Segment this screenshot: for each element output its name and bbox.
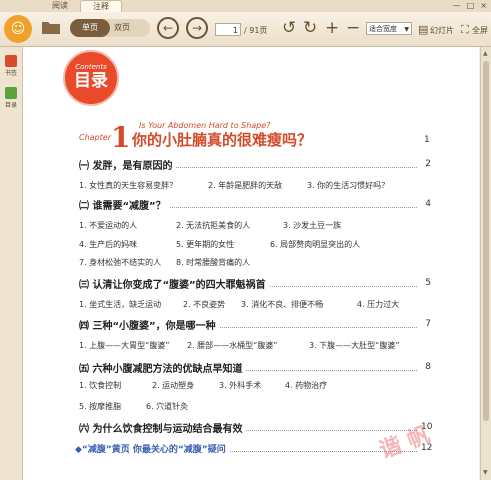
bookmark-icon <box>5 55 17 67</box>
contents-cn: 目录 <box>74 71 108 91</box>
fullscreen-icon[interactable]: ⛶ <box>461 18 469 42</box>
section-title: ㈠ 发胖，是有原因的 <box>79 160 173 172</box>
toc-sub-item[interactable]: 6. 局部赘肉明显突出的人 <box>270 239 360 250</box>
toc-sub-item[interactable]: 3. 消化不良、排便不畅 <box>241 299 323 310</box>
contents-badge: Contents 目录 <box>63 50 119 106</box>
faq-title: ◆“减腹”黄页 你最关心的“减腹”疑问 <box>75 444 226 455</box>
toc-sub-item[interactable]: 1. 不爱运动的人 <box>79 220 137 231</box>
section-title: ㈤ 六种小腹减肥方法的优缺点早知道 <box>79 363 243 375</box>
open-folder-icon[interactable] <box>41 19 61 35</box>
app-logo-icon[interactable]: ☺ <box>4 15 32 43</box>
slideshow-label[interactable]: 幻灯片 <box>430 25 454 36</box>
toc-section[interactable]: ㈠ 发胖，是有原因的 2 <box>79 157 431 172</box>
sidebar: 书签 目录 <box>0 47 23 480</box>
toc-sub-item[interactable]: 5. 更年期的女性 <box>176 239 234 250</box>
toc-sub-item[interactable]: 6. 穴道针灸 <box>146 401 188 412</box>
scroll-down-icon[interactable]: ▼ <box>483 469 488 476</box>
toc-sub-item[interactable]: 2. 运动塑身 <box>152 380 194 391</box>
close-button[interactable]: × <box>480 1 487 10</box>
chapter-word: Chapter <box>79 133 111 142</box>
page-number-input[interactable]: 1 <box>215 23 241 36</box>
zoom-out-icon[interactable]: − <box>346 16 360 40</box>
single-page-button[interactable]: 单页 <box>70 19 110 37</box>
toc-sub-item[interactable]: 3. 你的生活习惯好吗？ <box>307 180 389 191</box>
toc-sub-item[interactable]: 3. 外科手术 <box>219 380 261 391</box>
rotate-left-icon[interactable]: ↺ <box>282 16 296 40</box>
section-page: 4 <box>425 199 431 209</box>
toc-sub-item[interactable]: 1. 女性真的天生容易变胖？ <box>79 180 177 191</box>
zoom-in-icon[interactable]: + <box>325 16 339 40</box>
toc-sub-item[interactable]: 2. 年龄是肥胖的天敌 <box>208 180 282 191</box>
minimize-button[interactable]: — <box>453 1 461 10</box>
dot-leader <box>219 319 417 328</box>
toc-section[interactable]: ㈢ 认清让你变成了“腹婆”的四大罪魁祸首 5 <box>79 276 431 291</box>
toc-section[interactable]: ㈤ 六种小腹减肥方法的优缺点早知道 8 <box>79 360 431 375</box>
double-page-button[interactable]: 双页 <box>114 19 148 37</box>
slideshow-icon[interactable]: ▤ <box>418 18 428 42</box>
fullscreen-label[interactable]: 全屏 <box>472 25 488 36</box>
section-page: 8 <box>425 362 431 372</box>
toc-section[interactable]: ㈣ 三种“小腹婆”，你是哪一种 7 <box>79 317 431 332</box>
sidebar-label-toc: 目录 <box>4 102 17 109</box>
toc-sub-item[interactable]: 2. 腰部——水桶型“腹婆” <box>187 340 277 351</box>
section-title: ㈡ 谁需要“减腹”？ <box>79 200 166 212</box>
section-title: ㈣ 三种“小腹婆”，你是哪一种 <box>79 320 216 332</box>
dot-leader <box>269 278 417 287</box>
section-page: 5 <box>425 278 431 288</box>
chapter-page: 1 <box>424 135 430 145</box>
contents-en: Contents <box>75 63 107 71</box>
toc-sub-item[interactable]: 3. 沙发土豆一族 <box>283 220 341 231</box>
zoom-select-value: 适合宽度 <box>369 25 397 33</box>
sidebar-item-bookmarks[interactable]: 书签 <box>3 55 19 77</box>
toc-sub-item[interactable]: 1. 饮食控制 <box>79 380 121 391</box>
tab-read[interactable]: 阅读 <box>40 0 80 12</box>
rotate-right-icon[interactable]: ↻ <box>303 16 317 40</box>
toc-sub-item[interactable]: 4. 药物治疗 <box>285 380 327 391</box>
chapter-title: 你的小肚腩真的很难瘦吗？ <box>132 131 313 149</box>
section-title: ㈥ 为什么饮食控制与运动结合最有效 <box>79 423 243 435</box>
sidebar-item-toc[interactable]: 目录 <box>3 87 19 109</box>
toc-sub-item[interactable]: 4. 压力过大 <box>357 299 399 310</box>
toc-sub-item[interactable]: 7. 身材松弛不结实的人 <box>79 257 161 268</box>
page-total: / 91页 <box>244 26 268 35</box>
scroll-thumb[interactable] <box>483 61 489 421</box>
section-title: ㈢ 认清让你变成了“腹婆”的四大罪魁祸首 <box>79 279 266 291</box>
dot-leader <box>176 159 417 168</box>
window-controls: — □ × <box>453 1 487 10</box>
dot-leader <box>169 199 417 208</box>
toc-section[interactable]: ㈥ 为什么饮食控制与运动结合最有效 10 <box>79 420 432 435</box>
scroll-up-icon[interactable]: ▲ <box>483 50 488 57</box>
toc-sub-item[interactable]: 4. 生产后的妈咪 <box>79 239 137 250</box>
chapter-number: 1 <box>111 121 131 154</box>
next-page-button[interactable]: → <box>186 17 208 39</box>
toc-sub-item[interactable]: 3. 下腹——大肚型“腹婆” <box>309 340 399 351</box>
toc-icon <box>5 87 17 99</box>
toc-sub-item[interactable]: 8. 时常腰酸背痛的人 <box>176 257 250 268</box>
toc-sub-item[interactable]: 1. 上腹——大胃型“腹婆” <box>79 340 169 351</box>
zoom-select[interactable]: 适合宽度 ▼ <box>366 22 412 35</box>
toc-sub-item[interactable]: 1. 坐式生活，缺乏运动 <box>79 299 161 310</box>
chapter-heading[interactable]: Chapter 1 Is Your Abdomen Hard to Shape?… <box>79 121 439 154</box>
vertical-scrollbar[interactable]: ▲ ▼ <box>480 47 491 480</box>
chevron-down-icon: ▼ <box>404 26 409 33</box>
view-mode-toggle: 单页 双页 <box>70 19 150 37</box>
toc-section[interactable]: ㈡ 谁需要“减腹”？ 4 <box>79 197 431 212</box>
sidebar-label-bookmarks: 书签 <box>4 70 17 77</box>
dot-leader <box>246 362 417 371</box>
toc-sub-item[interactable]: 2. 不良姿势 <box>183 299 225 310</box>
toc-sub-item[interactable]: 5. 按摩推脂 <box>79 401 121 412</box>
maximize-button[interactable]: □ <box>467 1 475 10</box>
previous-page-button[interactable]: ← <box>157 17 179 39</box>
toolbar: ☺ 单页 双页 ← → 1 / 91页 ↺ ↻ + − 适合宽度 ▼ ▤ 幻灯片 … <box>0 12 491 47</box>
toc-sub-item[interactable]: 2. 无法抗拒美食的人 <box>176 220 250 231</box>
section-page: 2 <box>425 159 431 169</box>
section-page: 7 <box>425 319 431 329</box>
